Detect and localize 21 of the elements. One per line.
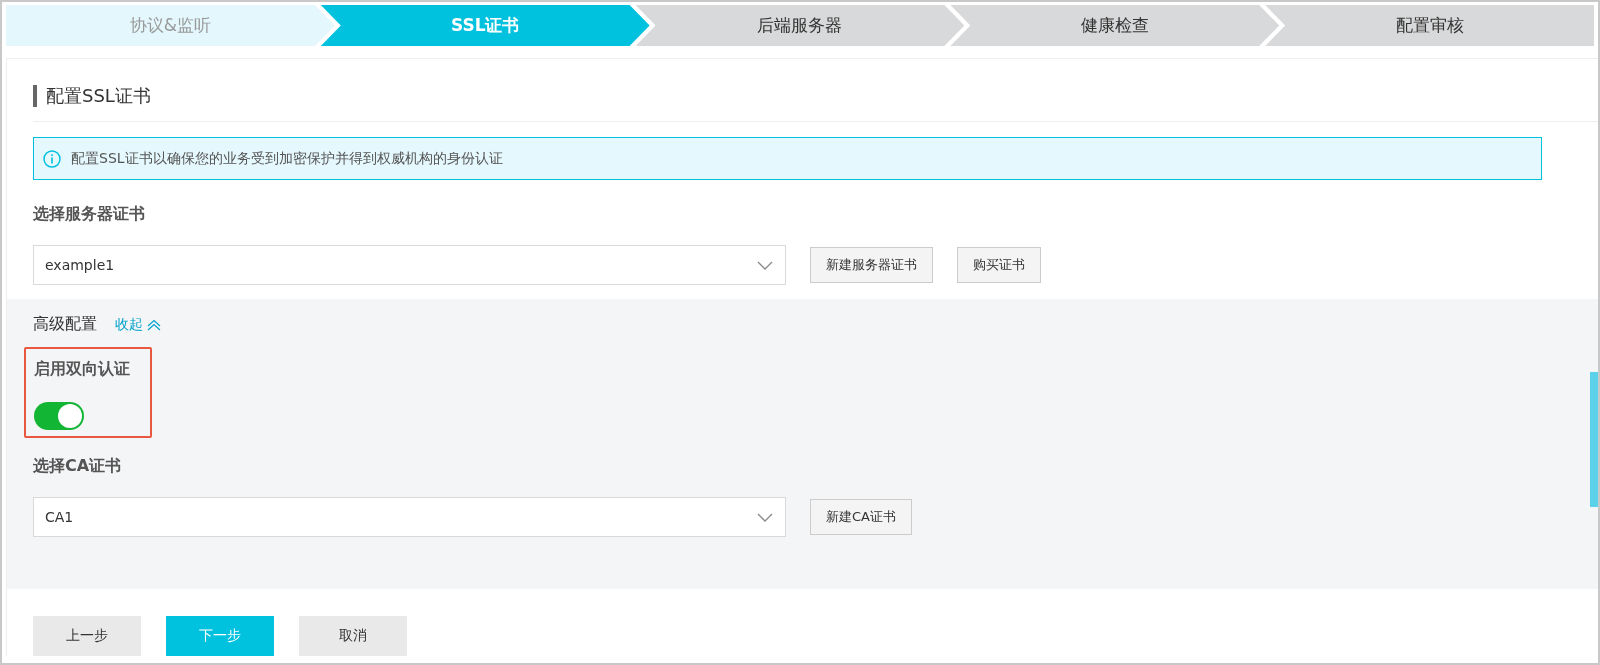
wizard-step[interactable]: 健康检查 bbox=[950, 5, 1280, 46]
chevron-up-icon bbox=[147, 318, 161, 331]
certificate-select[interactable]: example1 bbox=[33, 245, 786, 285]
footer-button[interactable]: 取消 bbox=[299, 616, 407, 656]
advanced-title: 高级配置 bbox=[33, 314, 97, 335]
footer-button[interactable]: 上一步 bbox=[33, 616, 141, 656]
chevron-down-icon bbox=[757, 512, 773, 522]
action-button[interactable]: 新建服务器证书 bbox=[810, 247, 933, 283]
field-label: 启用双向认证 bbox=[34, 359, 131, 380]
field-label: 选择服务器证书 bbox=[33, 204, 146, 225]
action-button[interactable]: 购买证书 bbox=[957, 247, 1041, 283]
field-label: 选择CA证书 bbox=[33, 456, 123, 477]
certificate-select[interactable]: CA1 bbox=[33, 497, 786, 537]
wizard-step[interactable]: 配置审核 bbox=[1265, 5, 1594, 46]
info-text: 配置SSL证书以确保您的业务受到加密保护并得到权威机构的身份认证 bbox=[71, 149, 503, 168]
wizard-step[interactable]: 后端服务器 bbox=[635, 5, 965, 46]
toggle-switch[interactable] bbox=[34, 402, 84, 430]
section-title: 配置SSL证书 bbox=[33, 85, 1598, 107]
action-button[interactable]: 新建CA证书 bbox=[810, 499, 912, 535]
chevron-down-icon bbox=[757, 260, 773, 270]
info-icon bbox=[43, 149, 61, 168]
